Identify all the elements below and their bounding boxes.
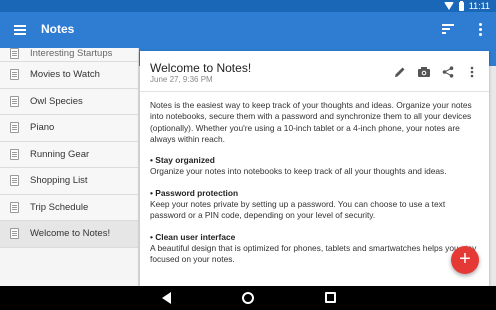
list-item-label: Piano <box>30 122 55 134</box>
list-item[interactable]: Interesting Startups <box>0 48 138 62</box>
list-item-label: Movies to Watch <box>30 69 100 81</box>
note-doc-icon <box>10 69 19 81</box>
note-intro: Notes is the easiest way to keep track o… <box>150 100 472 144</box>
share-icon[interactable] <box>441 65 455 79</box>
section-heading: • Stay organized <box>150 155 215 166</box>
list-item-label: Owl Species <box>30 95 83 107</box>
overflow-menu-icon[interactable] <box>465 65 479 79</box>
sort-icon[interactable] <box>442 24 454 36</box>
list-item[interactable]: Welcome to Notes! <box>0 221 138 248</box>
note-doc-icon <box>10 48 19 59</box>
list-item[interactable]: Shopping List <box>0 168 138 195</box>
home-icon[interactable] <box>242 292 254 304</box>
menu-icon[interactable] <box>14 25 26 35</box>
recent-apps-icon[interactable] <box>325 292 336 303</box>
list-item-label: Shopping List <box>30 175 88 187</box>
note-doc-icon <box>10 175 19 187</box>
section-text: A beautiful design that is optimized for… <box>150 242 477 265</box>
list-item-label: Interesting Startups <box>30 48 113 59</box>
note-date: June 27, 9:36 PM <box>150 75 213 84</box>
section-heading: • Password protection <box>150 187 239 198</box>
wifi-icon <box>443 2 454 10</box>
list-item[interactable]: Owl Species <box>0 88 138 115</box>
list-item[interactable]: Running Gear <box>0 141 138 168</box>
section-heading: • Clean user interface <box>150 231 236 242</box>
section-text: Organize your notes into notebooks to ke… <box>150 166 447 177</box>
app-bar: Notes <box>0 12 496 48</box>
notes-list: Interesting Startups Movies to Watch Owl S… <box>0 48 139 286</box>
pencil-icon[interactable] <box>393 65 407 79</box>
camera-icon[interactable] <box>417 65 431 79</box>
note-detail-card: Welcome to Notes! June 27, 9:36 PM Notes… <box>140 51 489 286</box>
note-doc-icon <box>10 228 19 240</box>
list-item-label: Running Gear <box>30 148 90 160</box>
note-body[interactable]: Notes is the easiest way to keep track o… <box>150 100 480 276</box>
app-title: Notes <box>41 22 75 36</box>
list-item[interactable]: Movies to Watch <box>0 62 138 89</box>
header-divider <box>140 91 489 92</box>
note-doc-icon <box>10 95 19 107</box>
overflow-menu-icon[interactable] <box>479 23 482 38</box>
section-text: Keep your notes private by setting up a … <box>150 199 446 221</box>
note-doc-icon <box>10 122 19 134</box>
status-time: 11:11 <box>468 1 490 11</box>
navigation-bar <box>0 286 496 310</box>
list-item-label: Trip Schedule <box>30 201 89 213</box>
note-title: Welcome to Notes! <box>150 61 252 75</box>
back-icon[interactable] <box>162 292 171 304</box>
add-note-button[interactable]: + <box>451 246 479 274</box>
status-bar: 11:11 <box>0 0 496 12</box>
note-doc-icon <box>10 201 19 213</box>
plus-icon: + <box>459 248 471 270</box>
battery-icon <box>458 0 464 11</box>
list-item[interactable]: Piano <box>0 115 138 142</box>
note-doc-icon <box>10 148 19 160</box>
list-item-label: Welcome to Notes! <box>30 228 111 240</box>
list-item[interactable]: Trip Schedule <box>0 194 138 221</box>
